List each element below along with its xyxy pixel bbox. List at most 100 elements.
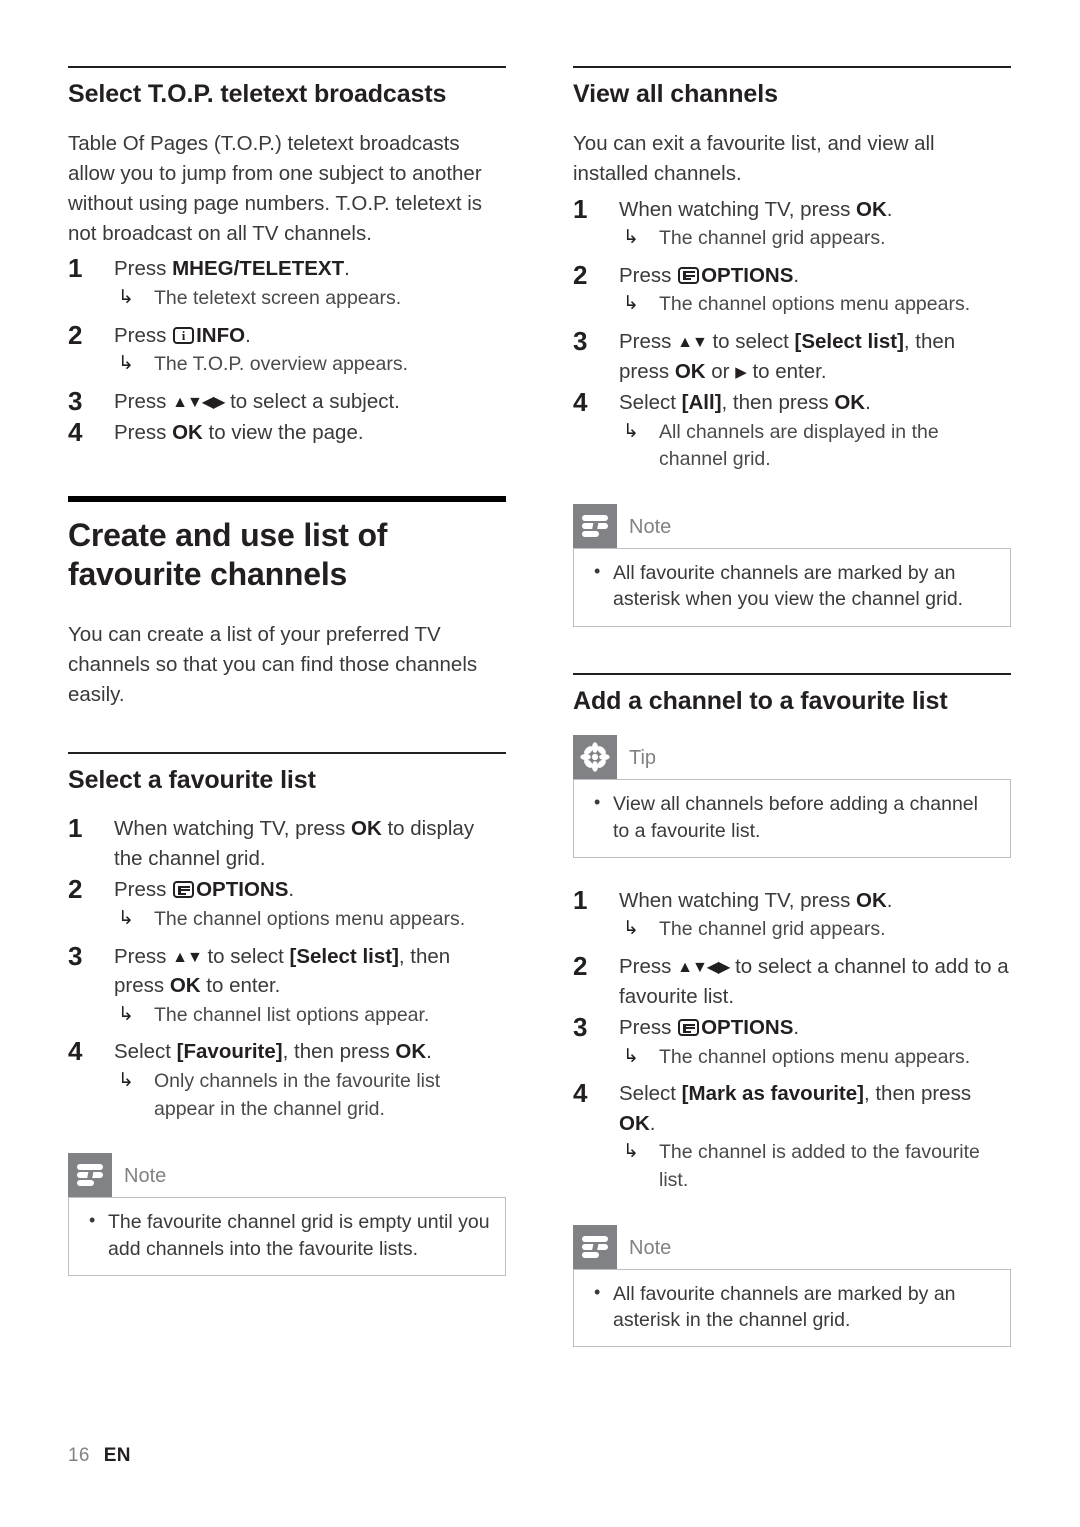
step-text-after: to select a subject. <box>224 389 400 413</box>
step-text-after: , then press <box>282 1040 396 1064</box>
step-text-after3: . <box>649 1111 656 1135</box>
step-number: 3 <box>68 385 83 416</box>
section-select-top-teletext: Select T.O.P. teletext broadcasts Table … <box>68 66 506 448</box>
result-text: The channel list options appear. <box>154 1003 430 1026</box>
step-text: Press ▲▼◀▶ to select a channel to add to… <box>619 952 1011 1011</box>
steps-view-all: 1 When watching TV, press OK. ↳ The chann… <box>573 193 1011 474</box>
result-arrow-icon: ↳ <box>623 293 639 315</box>
step-text-before: Press <box>114 389 173 413</box>
step-text-before: When watching TV, press <box>619 888 857 912</box>
step-item: 2 Press INFO. ↳ The T.O.P. overview appea… <box>68 320 506 379</box>
step-key-label: OK <box>856 888 887 912</box>
result-arrow-icon: ↳ <box>623 1045 639 1067</box>
step-text-after: . <box>886 888 893 912</box>
step-text-before: Press <box>114 421 173 445</box>
step-number: 3 <box>573 326 588 356</box>
step-number: 4 <box>68 1036 83 1067</box>
result-arrow-icon: ↳ <box>118 286 134 308</box>
step-number: 3 <box>573 1012 588 1043</box>
step-text-before: Press <box>619 955 678 979</box>
step-item: 3 Press ▲▼ to select [Select list], then… <box>68 941 506 1030</box>
step-menu-label: [Mark as favourite] <box>681 1082 864 1106</box>
section-divider <box>573 672 1011 675</box>
callout-list-item: The favourite channel grid is empty unti… <box>83 1208 491 1262</box>
step-text-after: . <box>793 263 800 287</box>
dpad-arrows-icon: ▲▼◀▶ <box>677 959 730 977</box>
step-text-after3: . <box>865 391 871 415</box>
info-key-icon <box>173 326 195 344</box>
step-item: 1 When watching TV, press OK. ↳ The chann… <box>573 193 1011 253</box>
section-intro-select-top: Table Of Pages (T.O.P.) teletext broadca… <box>68 131 483 245</box>
step-menu-label: [Select list] <box>794 330 904 353</box>
step-number: 1 <box>68 813 83 844</box>
step-menu-label: [Favourite] <box>176 1040 283 1064</box>
step-text-after3: or <box>705 359 736 383</box>
step-result: ↳ The channel options menu appears. <box>619 1044 1011 1072</box>
step-result: ↳ The channel options menu appears. <box>114 906 506 934</box>
step-text-after: . <box>288 878 295 902</box>
result-text: The channel grid appears. <box>659 227 886 250</box>
steps-select-favourite: 1 When watching TV, press OK to display … <box>68 813 506 1123</box>
result-arrow-icon: ↳ <box>623 918 639 940</box>
section-heading-select-favourite: Select a favourite list <box>68 765 316 794</box>
note-callout-asterisk-view: Note All favourite channels are marked b… <box>573 503 1011 627</box>
step-key-label: OK <box>169 974 201 998</box>
callout-list: The favourite channel grid is empty unti… <box>83 1208 491 1262</box>
callout-header: Note <box>573 503 1011 548</box>
callout-body: All favourite channels are marked by an … <box>573 1268 1011 1348</box>
step-key-label: OPTIONS <box>196 878 289 902</box>
step-text-before: Select <box>619 1082 682 1106</box>
result-text: The channel is added to the favourite li… <box>659 1141 980 1192</box>
callout-body: View all channels before adding a channe… <box>573 779 1011 858</box>
step-text: Press INFO. <box>114 321 506 351</box>
step-result: ↳ Only channels in the favourite list app… <box>114 1068 506 1123</box>
options-key-icon <box>173 881 195 899</box>
step-text-after4: to enter. <box>746 359 827 383</box>
step-item: 4 Select [Mark as favourite], then press… <box>573 1078 1011 1194</box>
step-text-before: Press <box>114 878 173 902</box>
page-number: 16 <box>68 1445 90 1466</box>
result-text: The channel options menu appears. <box>659 293 971 316</box>
page-footer: 16 EN <box>68 1445 131 1467</box>
result-text: The T.O.P. overview appears. <box>154 353 408 376</box>
step-result: ↳ The teletext screen appears. <box>114 285 506 313</box>
callout-header: Note <box>573 1224 1011 1269</box>
step-item: 3 Press ▲▼◀▶ to select a subject. <box>68 385 506 417</box>
callout-list: View all channels before adding a channe… <box>588 790 996 844</box>
updown-arrows-icon: ▲▼ <box>172 948 203 966</box>
step-number: 1 <box>68 253 83 284</box>
section-heading-add-channel: Add a channel to a favourite list <box>573 686 948 715</box>
result-arrow-icon: ↳ <box>623 227 639 249</box>
step-item: 4 Press OK to view the page. <box>68 417 506 448</box>
callout-title: Tip <box>629 747 657 770</box>
section-heading-view-all: View all channels <box>573 80 778 108</box>
step-menu-label: [Select list] <box>289 944 399 968</box>
chapter-intro: You can create a list of your preferred … <box>68 622 478 706</box>
step-key-label: OK <box>351 817 382 841</box>
chapter-divider <box>68 495 506 502</box>
step-item: 2 Press ▲▼◀▶ to select a channel to add … <box>573 951 1011 1011</box>
options-key-icon <box>678 1019 700 1037</box>
step-number: 1 <box>573 193 588 224</box>
callout-list: All favourite channels are marked by an … <box>588 559 996 613</box>
step-key-label: OK <box>172 421 203 445</box>
step-text-after: . <box>245 323 251 347</box>
result-arrow-icon: ↳ <box>623 420 639 442</box>
step-text: Select [Mark as favourite], then press O… <box>619 1079 1011 1138</box>
result-text: Only channels in the favourite list appe… <box>154 1069 441 1120</box>
step-text: Select [Favourite], then press OK. <box>114 1037 506 1067</box>
step-text-after3: to enter. <box>200 974 281 998</box>
note-icon <box>573 1224 617 1269</box>
step-item: 1 When watching TV, press OK. ↳ The chann… <box>573 885 1011 944</box>
step-item: 4 Select [Favourite], then press OK. ↳ On… <box>68 1036 506 1123</box>
note-callout-favourite-empty: Note The favourite channel grid is empty… <box>68 1153 506 1276</box>
callout-title: Note <box>629 1236 672 1259</box>
note-callout-asterisk-grid: Note All favourite channels are marked b… <box>573 1224 1011 1348</box>
note-icon <box>573 503 617 548</box>
step-text-before: Select <box>114 1040 177 1064</box>
section-select-favourite-list: Select a favourite list 1 When watching … <box>68 751 506 1124</box>
step-menu-label: [All] <box>681 391 722 415</box>
step-text-after: . <box>793 1016 800 1040</box>
section-divider <box>573 66 1011 68</box>
steps-select-top: 1 Press MHEG/TELETEXT. ↳ The teletext scr… <box>68 253 506 448</box>
